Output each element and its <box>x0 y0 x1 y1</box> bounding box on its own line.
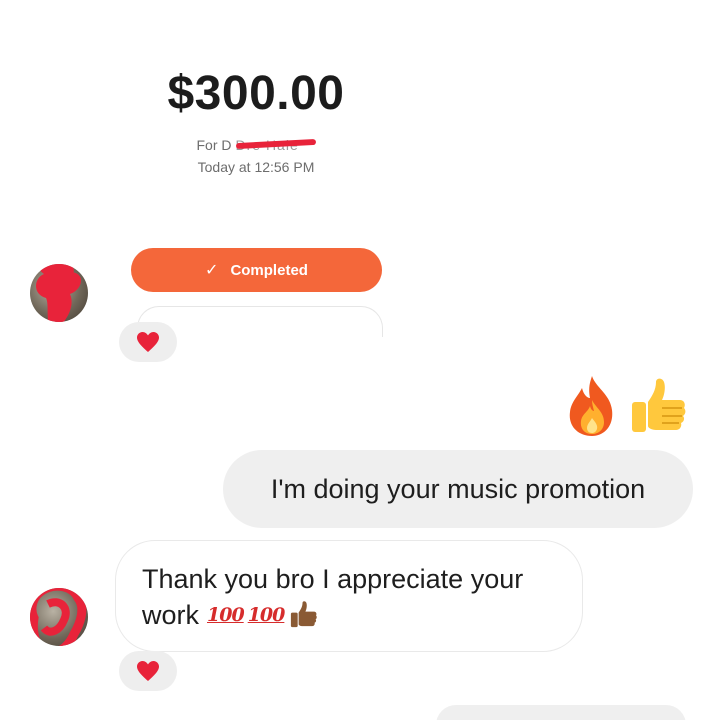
heart-reaction[interactable] <box>119 651 177 691</box>
payment-amount: $300.00 <box>167 67 345 120</box>
thumbs-up-icon <box>632 378 686 432</box>
message-text-line1: Thank you bro I appreciate your <box>142 564 524 594</box>
fire-icon <box>569 376 613 436</box>
outgoing-message-bubble[interactable]: I'm doing your music promotion <box>223 450 693 528</box>
payment-for-label: For D <box>196 137 232 153</box>
chat-screen: $300.00 For DDre Hale Today at 12:56 PM … <box>0 0 720 720</box>
outgoing-message-bubble[interactable] <box>436 705 686 720</box>
check-icon: ✓ <box>205 262 219 279</box>
avatar[interactable] <box>30 264 88 322</box>
heart-reaction[interactable] <box>119 322 177 362</box>
payment-recipient: For DDre Hale <box>0 137 512 153</box>
completed-label: Completed <box>230 261 308 279</box>
emoji-message <box>562 374 692 442</box>
incoming-message-bubble[interactable]: Thank you bro I appreciate your work 100… <box>115 540 583 652</box>
hundred-points-icon: 100 100 <box>207 604 285 626</box>
completed-status-button[interactable]: ✓ Completed <box>131 248 382 292</box>
avatar[interactable] <box>30 588 88 646</box>
message-text: I'm doing your music promotion <box>270 474 646 504</box>
redacted-name: Dre Hale <box>235 137 316 151</box>
thumbs-up-icon <box>291 601 318 628</box>
heart-icon <box>137 332 159 352</box>
message-text-word: work <box>142 600 200 630</box>
heart-icon <box>137 661 159 681</box>
payment-timestamp: Today at 12:56 PM <box>197 159 315 175</box>
message-text-line2: work 100 100 <box>142 597 562 633</box>
